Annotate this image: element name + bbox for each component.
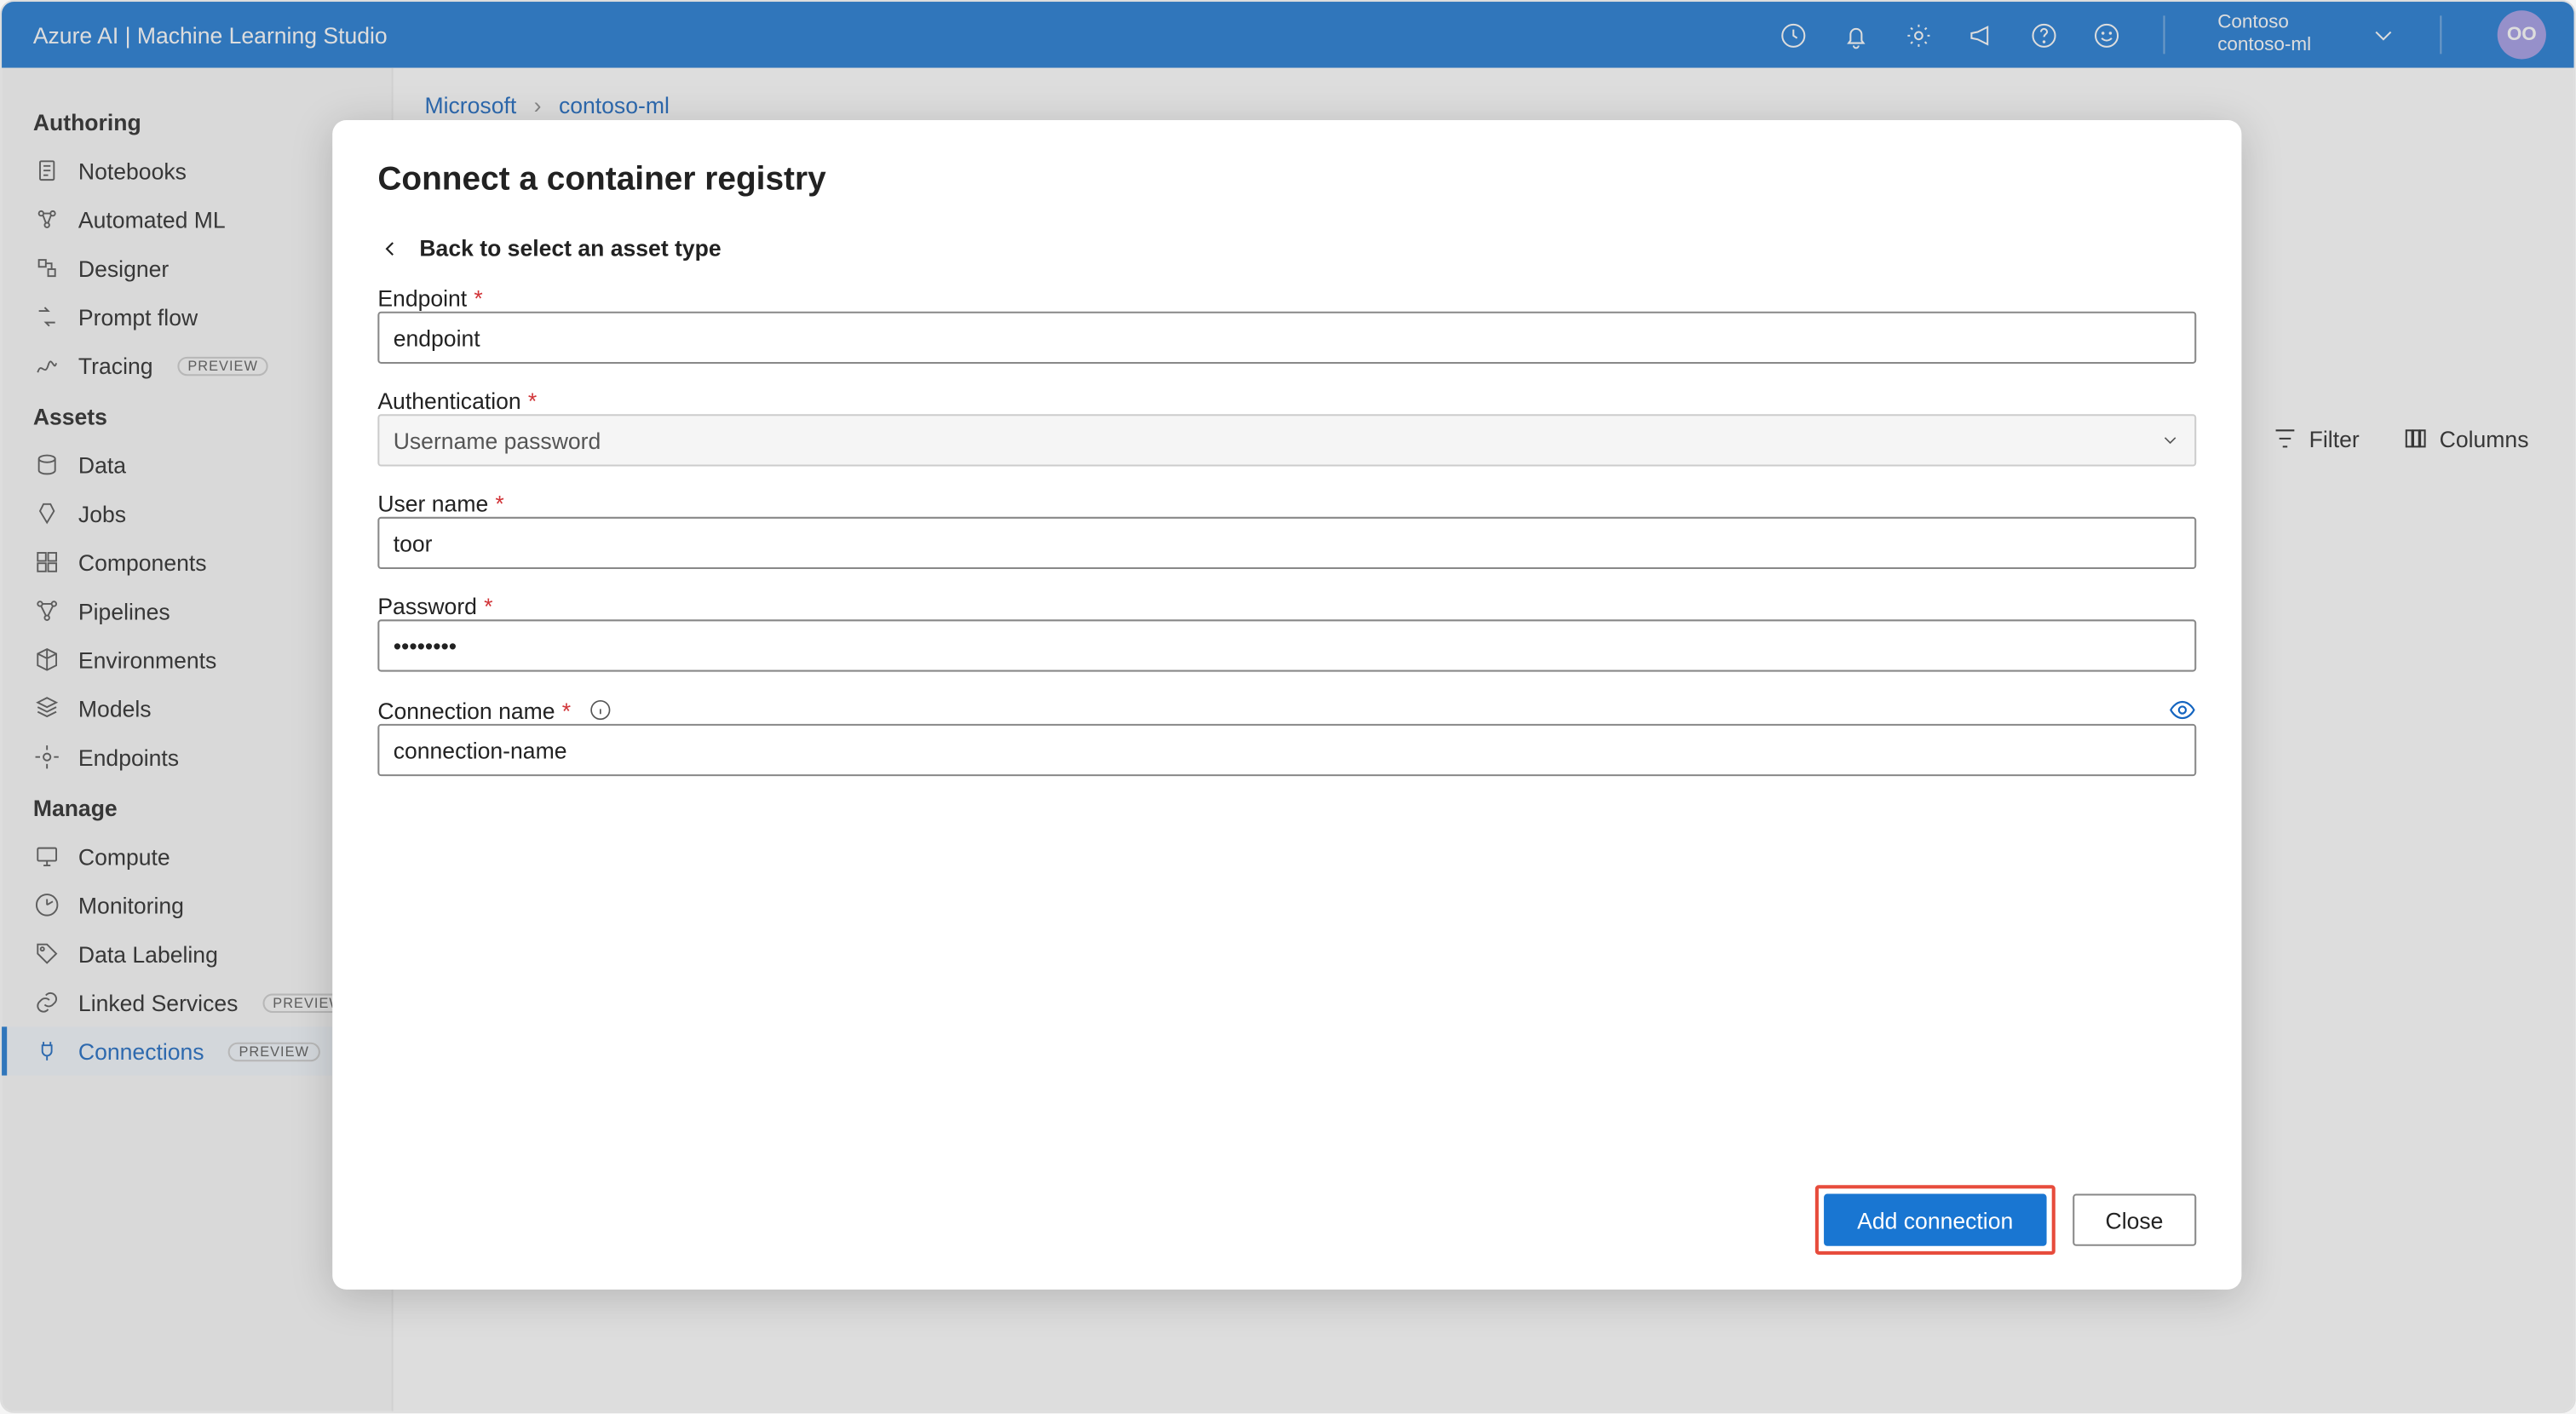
username-label: User name* xyxy=(377,491,2196,517)
auth-select-value: Username password xyxy=(394,428,601,454)
password-input[interactable] xyxy=(377,619,2196,671)
connection-name-label: Connection name* xyxy=(377,696,2196,724)
endpoint-label: Endpoint* xyxy=(377,285,2196,312)
auth-label: Authentication* xyxy=(377,388,2196,415)
username-input[interactable] xyxy=(377,517,2196,569)
back-link-label: Back to select an asset type xyxy=(419,235,721,262)
password-label: Password* xyxy=(377,594,2196,620)
info-icon[interactable] xyxy=(588,698,612,722)
eye-icon[interactable] xyxy=(2169,696,2197,724)
auth-select[interactable]: Username password xyxy=(377,414,2196,466)
add-connection-button[interactable]: Add connection xyxy=(1824,1193,2046,1245)
chevron-down-icon xyxy=(2159,430,2181,451)
tutorial-highlight: Add connection xyxy=(1815,1185,2055,1255)
connect-registry-modal: Connect a container registry Back to sel… xyxy=(332,120,2241,1290)
connection-name-input[interactable] xyxy=(377,724,2196,776)
modal-title: Connect a container registry xyxy=(377,162,2196,200)
modal-footer: Add connection Close xyxy=(377,1185,2196,1255)
back-link[interactable]: Back to select an asset type xyxy=(377,235,2196,262)
close-button[interactable]: Close xyxy=(2073,1193,2197,1245)
endpoint-input[interactable] xyxy=(377,312,2196,364)
